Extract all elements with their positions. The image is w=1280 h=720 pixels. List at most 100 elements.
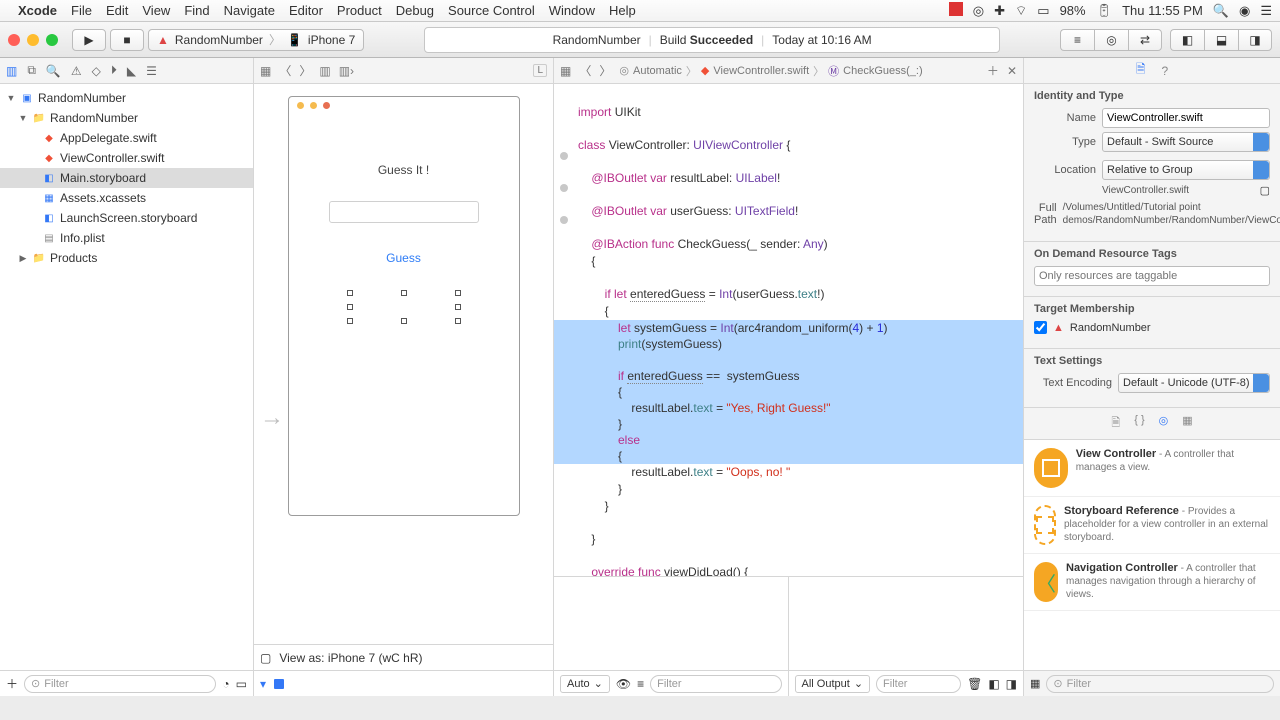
menu-file[interactable]: File bbox=[71, 3, 92, 18]
menu-edit[interactable]: Edit bbox=[106, 3, 128, 18]
editor-related-icon[interactable]: ▦ bbox=[560, 64, 571, 78]
file-template-icon[interactable]: 🗎 bbox=[1111, 414, 1120, 433]
scheme-selector[interactable]: ▲ RandomNumber 〉 📱 iPhone 7 bbox=[148, 29, 364, 51]
test-navigator-icon[interactable]: ◇ bbox=[92, 64, 101, 78]
variables-view[interactable] bbox=[554, 577, 788, 670]
help-inspector-icon[interactable]: ? bbox=[1161, 64, 1168, 78]
folder-icon[interactable]: ▢ bbox=[1260, 184, 1270, 197]
toggle-navigator-button[interactable]: ◧ bbox=[1170, 29, 1204, 51]
console-filter[interactable]: Filter bbox=[876, 675, 961, 693]
recent-filter-icon[interactable]: ◔ bbox=[222, 677, 229, 691]
battery-icon[interactable]: 🔋︎ bbox=[1096, 3, 1113, 19]
debug-navigator-icon[interactable]: ⏵ bbox=[111, 63, 117, 78]
source-editor[interactable]: import UIKit class ViewController: UIVie… bbox=[554, 84, 1023, 576]
issue-navigator-icon[interactable]: ⚠ bbox=[71, 64, 82, 78]
menu-product[interactable]: Product bbox=[337, 3, 382, 18]
status-icon-2[interactable]: ◎ bbox=[973, 3, 984, 19]
canvas-lock-icon[interactable]: L bbox=[533, 64, 547, 77]
status-icon-1[interactable] bbox=[949, 2, 963, 19]
console-right-icon[interactable]: ◨ bbox=[1006, 677, 1017, 691]
output-selector[interactable]: All Output⌄ bbox=[795, 675, 871, 693]
object-library-icon[interactable]: ◎ bbox=[1159, 414, 1169, 433]
canvas-jump-2[interactable]: ▥› bbox=[339, 64, 354, 78]
add-button[interactable]: ＋ bbox=[6, 675, 18, 692]
menu-help[interactable]: Help bbox=[609, 3, 636, 18]
code-snippet-icon[interactable]: { } bbox=[1134, 414, 1144, 433]
tree-assets[interactable]: ▦Assets.xcassets bbox=[0, 188, 253, 208]
menu-window[interactable]: Window bbox=[549, 3, 595, 18]
tree-infoplist[interactable]: ▤Info.plist bbox=[0, 228, 253, 248]
scm-filter-icon[interactable]: ▭ bbox=[236, 677, 247, 691]
symbol-navigator-icon[interactable]: ⧉ bbox=[27, 63, 36, 78]
variables-filter[interactable]: Filter bbox=[650, 675, 781, 693]
location-select[interactable]: Relative to Group bbox=[1102, 160, 1270, 180]
type-select[interactable]: Default - Swift Source bbox=[1102, 132, 1270, 152]
zoom-button[interactable] bbox=[46, 34, 58, 46]
lib-navcontroller[interactable]: 〈 Navigation Controller - A controller t… bbox=[1024, 554, 1280, 611]
console-left-icon[interactable]: ◧ bbox=[988, 677, 999, 691]
textenc-select[interactable]: Default - Unicode (UTF-8) bbox=[1118, 373, 1270, 393]
menu-editor[interactable]: Editor bbox=[289, 3, 323, 18]
assistant-editor-button[interactable]: ◎ bbox=[1094, 29, 1128, 51]
canvas-button[interactable]: Guess bbox=[313, 251, 495, 265]
tree-mainstoryboard[interactable]: ◧Main.storyboard bbox=[0, 168, 253, 188]
version-editor-button[interactable]: ⇄ bbox=[1128, 29, 1162, 51]
toggle-inspector-button[interactable]: ◨ bbox=[1238, 29, 1272, 51]
canvas-label[interactable]: Guess It ! bbox=[313, 163, 495, 177]
notification-icon[interactable]: ☰ bbox=[1260, 3, 1272, 19]
file-inspector-icon[interactable]: 🗎 bbox=[1136, 60, 1146, 81]
lib-viewcontroller[interactable]: View Controller - A controller that mana… bbox=[1024, 440, 1280, 497]
print-icon[interactable]: ≡ bbox=[637, 677, 644, 691]
outlet-connection-icon[interactable] bbox=[560, 184, 568, 192]
clock[interactable]: Thu 11:55 PM bbox=[1122, 3, 1203, 18]
editor-forward-icon[interactable]: 〉 bbox=[599, 62, 611, 79]
target-checkbox[interactable] bbox=[1034, 321, 1047, 334]
menu-find[interactable]: Find bbox=[184, 3, 209, 18]
grid-view-icon[interactable]: ▦ bbox=[1030, 677, 1040, 690]
device-config-icon[interactable]: ▢ bbox=[260, 651, 271, 665]
stop-button[interactable]: ■ bbox=[110, 29, 144, 51]
action-connection-icon[interactable] bbox=[560, 216, 568, 224]
display-icon[interactable]: ▭ bbox=[1037, 3, 1049, 19]
menu-sourcecontrol[interactable]: Source Control bbox=[448, 3, 535, 18]
ib-scene[interactable]: → Guess It ! Guess bbox=[254, 84, 553, 644]
tree-launchscreen[interactable]: ◧LaunchScreen.storyboard bbox=[0, 208, 253, 228]
trash-icon[interactable]: 🗑 bbox=[967, 677, 982, 691]
canvas-back-icon[interactable]: 〈 bbox=[279, 62, 291, 79]
tree-group[interactable]: ▼📁RandomNumber bbox=[0, 108, 253, 128]
jump-bar[interactable]: ◎Automatic 〉 ◆ViewController.swift 〉 ⓂCh… bbox=[619, 63, 922, 79]
console-view[interactable] bbox=[789, 577, 1024, 670]
wifi-icon[interactable]: ⌔ bbox=[1015, 3, 1027, 19]
menu-view[interactable]: View bbox=[142, 3, 170, 18]
siri-icon[interactable]: ◉ bbox=[1239, 3, 1250, 19]
tree-appdelegate[interactable]: ◆AppDelegate.swift bbox=[0, 128, 253, 148]
viewcontroller-canvas[interactable]: Guess It ! Guess bbox=[288, 96, 520, 516]
media-library-icon[interactable]: ▦ bbox=[1182, 414, 1192, 433]
canvas-textfield[interactable] bbox=[329, 201, 479, 223]
spotlight-icon[interactable]: 🔍 bbox=[1213, 3, 1229, 19]
menubar-app[interactable]: Xcode bbox=[18, 3, 57, 18]
canvas-jump-1[interactable]: ▥ bbox=[319, 64, 330, 78]
lib-storyboardref[interactable]: Storyboard Reference - Provides a placeh… bbox=[1024, 497, 1280, 554]
minimize-button[interactable] bbox=[27, 34, 39, 46]
status-icon-3[interactable]: ✚ bbox=[994, 3, 1005, 19]
tree-root[interactable]: ▼▣RandomNumber bbox=[0, 88, 253, 108]
quicklook-icon[interactable]: 👁 bbox=[616, 677, 631, 691]
outline-toggle-icon[interactable]: ▾ bbox=[260, 677, 266, 691]
tree-viewcontroller[interactable]: ◆ViewController.swift bbox=[0, 148, 253, 168]
viewas-label[interactable]: View as: iPhone 7 (wC hR) bbox=[279, 651, 422, 665]
tree-products[interactable]: ▶📁Products bbox=[0, 248, 253, 268]
menu-debug[interactable]: Debug bbox=[396, 3, 434, 18]
library-filter[interactable]: ⊙Filter bbox=[1046, 675, 1274, 693]
name-field[interactable] bbox=[1102, 108, 1270, 128]
auto-selector[interactable]: Auto⌄ bbox=[560, 675, 610, 693]
run-button[interactable]: ▶ bbox=[72, 29, 106, 51]
add-assistant-icon[interactable]: ＋ bbox=[987, 62, 999, 79]
breakpoint-navigator-icon[interactable]: ◣ bbox=[127, 64, 136, 78]
project-navigator-icon[interactable]: ▥ bbox=[6, 64, 17, 78]
constraints-tag-icon[interactable] bbox=[274, 679, 284, 689]
close-button[interactable] bbox=[8, 34, 20, 46]
toggle-debug-button[interactable]: ⬓ bbox=[1204, 29, 1238, 51]
outlet-connection-icon[interactable] bbox=[560, 152, 568, 160]
editor-back-icon[interactable]: 〈 bbox=[579, 62, 591, 79]
